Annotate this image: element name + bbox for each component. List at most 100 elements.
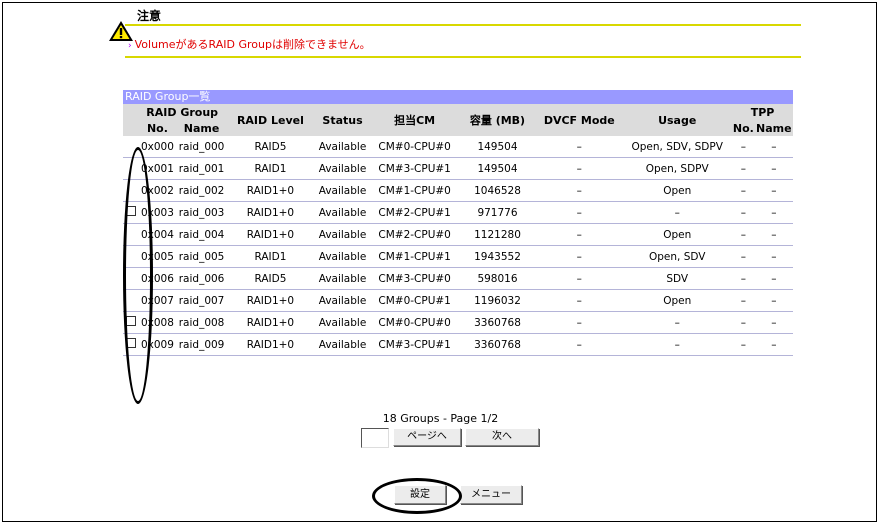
cell-dvcf: –: [536, 201, 623, 224]
cell-level: RAID1+0: [226, 201, 315, 224]
table-row: 0x008 raid_008 RAID1+0 Available CM#0-CPU#0 3…: [123, 311, 793, 334]
cell-name: raid_003: [176, 201, 227, 224]
cell-cm: CM#3-CPU#1: [370, 157, 459, 180]
cell-status: Available: [314, 289, 371, 312]
cm-header: 担当CM: [370, 104, 459, 136]
cell-capacity: 971776: [458, 201, 537, 224]
cell-capacity: 149504: [458, 136, 537, 158]
cell-level: RAID1+0: [226, 311, 315, 334]
cell-level: RAID1+0: [226, 223, 315, 246]
cell-dvcf: –: [536, 179, 623, 202]
cell-tpp-no: –: [732, 201, 755, 224]
highlight-oval-set-button: [372, 478, 462, 514]
cell-tpp-name: –: [754, 201, 793, 224]
cell-tpp-name: –: [754, 179, 793, 202]
checkbox-header: [123, 104, 139, 136]
no-header: No.: [138, 120, 177, 136]
cell-tpp-no: –: [732, 223, 755, 246]
cell-tpp-no: –: [732, 267, 755, 290]
cell-level: RAID5: [226, 267, 315, 290]
cell-status: Available: [314, 245, 371, 268]
cell-tpp-name: –: [754, 245, 793, 268]
cell-tpp-no: –: [732, 333, 755, 356]
cell-status: Available: [314, 136, 371, 158]
cell-name: raid_000: [176, 136, 227, 158]
cell-cm: CM#1-CPU#0: [370, 179, 459, 202]
bullet-icon: ›: [128, 41, 132, 51]
cell-dvcf: –: [536, 267, 623, 290]
goto-page-button[interactable]: ページへ: [393, 428, 461, 446]
cell-usage: Open, SDV, SDPV: [622, 136, 733, 158]
cell-usage: SDV: [622, 267, 733, 290]
cell-status: Available: [314, 333, 371, 356]
cell-tpp-name: –: [754, 223, 793, 246]
cell-usage: Open, SDPV: [622, 157, 733, 180]
cell-name: raid_009: [176, 333, 227, 356]
cell-dvcf: –: [536, 245, 623, 268]
cell-usage: –: [622, 311, 733, 334]
warning-divider-top: [125, 24, 801, 26]
cell-name: raid_005: [176, 245, 227, 268]
cell-capacity: 1121280: [458, 223, 537, 246]
cell-capacity: 3360768: [458, 333, 537, 356]
cell-usage: Open, SDV: [622, 245, 733, 268]
cell-dvcf: –: [536, 157, 623, 180]
cell-name: raid_001: [176, 157, 227, 180]
table-row: 0x009 raid_009 RAID1+0 Available CM#3-CPU#1 3…: [123, 333, 793, 356]
cell-level: RAID1+0: [226, 179, 315, 202]
cell-level: RAID5: [226, 136, 315, 158]
table-row: 0x004 raid_004 RAID1+0 Available CM#2-CPU#0 1…: [123, 223, 793, 246]
cell-capacity: 1046528: [458, 179, 537, 202]
table-row: 0x005 raid_005 RAID1 Available CM#1-CPU#1 194…: [123, 245, 793, 268]
cell-capacity: 1196032: [458, 289, 537, 312]
cell-no: 0x000: [138, 136, 177, 158]
warning-divider-bottom: [125, 56, 801, 58]
cell-status: Available: [314, 201, 371, 224]
cell-name: raid_006: [176, 267, 227, 290]
cell-cm: CM#0-CPU#0: [370, 311, 459, 334]
cell-capacity: 1943552: [458, 245, 537, 268]
table-row: 0x006 raid_006 RAID5 Available CM#3-CPU#0 598…: [123, 267, 793, 290]
table-row: 0x001 raid_001 RAID1 Available CM#3-CPU#1 149…: [123, 157, 793, 180]
menu-button[interactable]: メニュー: [460, 485, 522, 504]
cell-cm: CM#0-CPU#0: [370, 136, 459, 158]
cell-status: Available: [314, 223, 371, 246]
cell-cm: CM#2-CPU#1: [370, 201, 459, 224]
cell-level: RAID1: [226, 157, 315, 180]
cell-name: raid_004: [176, 223, 227, 246]
cell-capacity: 3360768: [458, 311, 537, 334]
cell-cm: CM#3-CPU#0: [370, 267, 459, 290]
page-number-input[interactable]: [361, 428, 389, 448]
cell-dvcf: –: [536, 289, 623, 312]
cell-usage: –: [622, 333, 733, 356]
tpp-no-header: No.: [732, 120, 755, 136]
capacity-header: 容量 (MB): [458, 104, 537, 136]
pagination-summary: 18 Groups - Page 1/2: [382, 412, 499, 425]
cell-level: RAID1+0: [226, 289, 315, 312]
pagination-controls: ページへ 次へ: [361, 428, 539, 448]
cell-name: raid_007: [176, 289, 227, 312]
table-row: 0x000 raid_000 RAID5 Available CM#0-CPU#0 149…: [123, 136, 793, 158]
warning-message-text: VolumeがあるRAID Groupは削除できません。: [134, 38, 371, 51]
raid-group-header: RAID Group: [138, 104, 227, 120]
cell-tpp-name: –: [754, 267, 793, 290]
cell-cm: CM#1-CPU#1: [370, 245, 459, 268]
cell-status: Available: [314, 157, 371, 180]
cell-tpp-no: –: [732, 311, 755, 334]
cell-name: raid_008: [176, 311, 227, 334]
highlight-oval-checkboxes: [123, 147, 153, 404]
cell-tpp-no: –: [732, 136, 755, 158]
next-page-button[interactable]: 次へ: [465, 428, 539, 446]
cell-tpp-name: –: [754, 333, 793, 356]
table-row: 0x007 raid_007 RAID1+0 Available CM#0-CPU#1 1…: [123, 289, 793, 312]
cell-status: Available: [314, 311, 371, 334]
cell-tpp-no: –: [732, 245, 755, 268]
raid-group-table: RAID Group RAID Level Status 担当CM 容量 (MB…: [123, 104, 793, 356]
table-row: 0x002 raid_002 RAID1+0 Available CM#1-CPU#0 1…: [123, 179, 793, 202]
cell-tpp-no: –: [732, 157, 755, 180]
cell-usage: Open: [622, 223, 733, 246]
cell-dvcf: –: [536, 333, 623, 356]
cell-tpp-name: –: [754, 136, 793, 158]
warning-message: › VolumeがあるRAID Groupは削除できません。: [128, 36, 371, 52]
cell-dvcf: –: [536, 311, 623, 334]
